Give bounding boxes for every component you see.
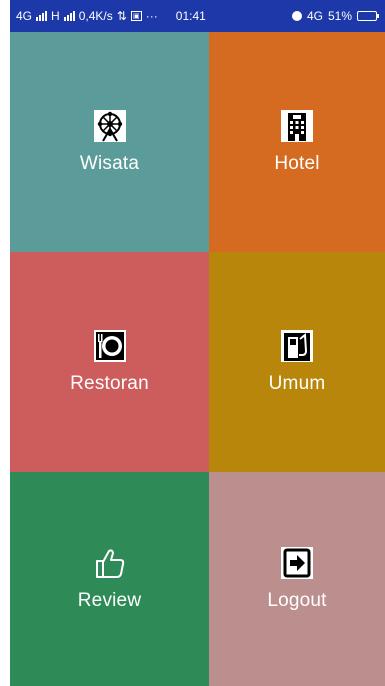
network-speed: 0,4K/s — [78, 9, 113, 23]
menu-tile-wisata[interactable]: Wisata — [10, 32, 209, 252]
plate-cutlery-icon — [93, 329, 127, 363]
app-screen: 4G H 0,4K/s ⇅ ▣ ··· 01:41 4G 51% Wisata … — [0, 0, 385, 686]
network-type-right: 4G — [306, 9, 323, 23]
tile-label: Review — [77, 590, 142, 611]
more-notifications-icon: ··· — [145, 9, 158, 23]
tile-label: Restoran — [70, 373, 149, 394]
hotel-building-icon — [280, 109, 314, 143]
tile-label: Hotel — [274, 153, 320, 174]
main-menu-grid: Wisata Hotel Restoran Umum Review Logout — [10, 32, 385, 686]
thumbs-up-icon — [93, 546, 127, 580]
status-left: 4G H 0,4K/s ⇅ ▣ ··· 01:41 — [16, 9, 206, 23]
status-time: 01:41 — [175, 9, 206, 23]
battery-percent: 51% — [327, 9, 352, 23]
menu-tile-logout[interactable]: Logout — [209, 472, 385, 686]
logout-icon — [280, 546, 314, 580]
attraction-icon — [93, 109, 127, 143]
tile-label: Umum — [268, 373, 326, 394]
menu-tile-hotel[interactable]: Hotel — [209, 32, 385, 252]
menu-tile-umum[interactable]: Umum — [209, 252, 385, 472]
battery-icon — [357, 11, 379, 21]
tile-label: Wisata — [79, 153, 140, 174]
network-type-label: 4G — [16, 9, 33, 23]
network-type-label-2: H — [51, 9, 60, 23]
menu-tile-restoran[interactable]: Restoran — [10, 252, 209, 472]
usb-icon: ⇅ — [116, 9, 127, 23]
fuel-pump-icon — [280, 329, 314, 363]
tile-label: Logout — [267, 590, 327, 611]
menu-tile-review[interactable]: Review — [10, 472, 209, 686]
signal-strength-icon — [36, 11, 48, 21]
status-bar: 4G H 0,4K/s ⇅ ▣ ··· 01:41 4G 51% — [10, 0, 385, 32]
notification-icon: ▣ — [130, 11, 142, 21]
alarm-icon — [291, 11, 302, 21]
status-right: 4G 51% — [291, 9, 379, 23]
signal-strength-icon-2 — [63, 11, 75, 21]
